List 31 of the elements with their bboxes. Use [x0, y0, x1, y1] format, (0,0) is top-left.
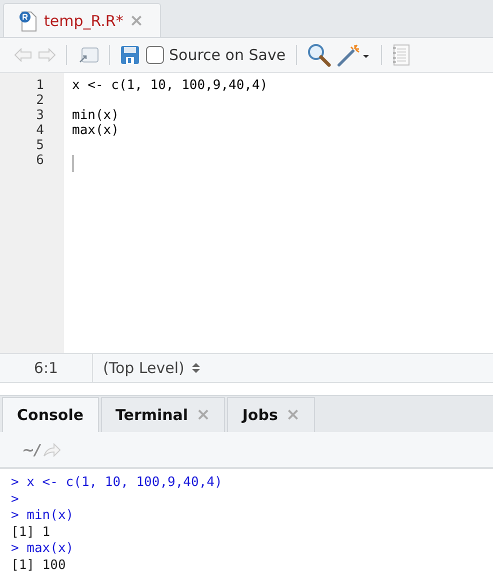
console-line: [1] 100 — [11, 558, 67, 574]
console-line: [1] 1 — [11, 524, 52, 541]
updown-icon — [192, 362, 200, 374]
console-tab[interactable]: Terminal × — [100, 397, 226, 432]
search-icon[interactable] — [306, 43, 331, 67]
code-line: min(x) — [72, 108, 119, 123]
editor-tab[interactable]: temp_R.R* × — [3, 3, 161, 37]
save-icon[interactable] — [120, 45, 140, 65]
working-directory: ~/ — [22, 440, 40, 458]
code-line: max(x) — [72, 123, 119, 138]
line-number: 1 — [35, 78, 45, 93]
line-number: 3 — [35, 108, 45, 123]
console-line: > max(x) — [11, 541, 75, 558]
line-number: 6 — [35, 153, 45, 168]
file-name: temp_R.R* — [44, 12, 124, 30]
line-number: 5 — [35, 138, 45, 153]
magic-wand-icon[interactable] — [336, 43, 371, 67]
console-tab[interactable]: Jobs × — [227, 397, 316, 432]
r-file-icon — [18, 10, 38, 32]
console-tab[interactable]: Console — [2, 397, 99, 432]
console-line: > — [11, 492, 20, 508]
window-icon[interactable] — [77, 46, 99, 64]
notebook-icon[interactable] — [392, 44, 410, 66]
source-on-save-checkbox[interactable]: Source on Save — [146, 46, 286, 64]
line-number: 4 — [35, 123, 45, 138]
cursor-position: 6:1 — [0, 354, 93, 382]
console-line: > x <- c(1, 10, 100,9,40,4) — [11, 475, 224, 492]
console-line: > min(x) — [11, 508, 75, 524]
scope-selector[interactable]: (Top Level) — [93, 359, 200, 377]
line-number: 2 — [35, 93, 45, 108]
code-line: x <- c(1, 10, 100,9,40,4) — [72, 78, 268, 93]
